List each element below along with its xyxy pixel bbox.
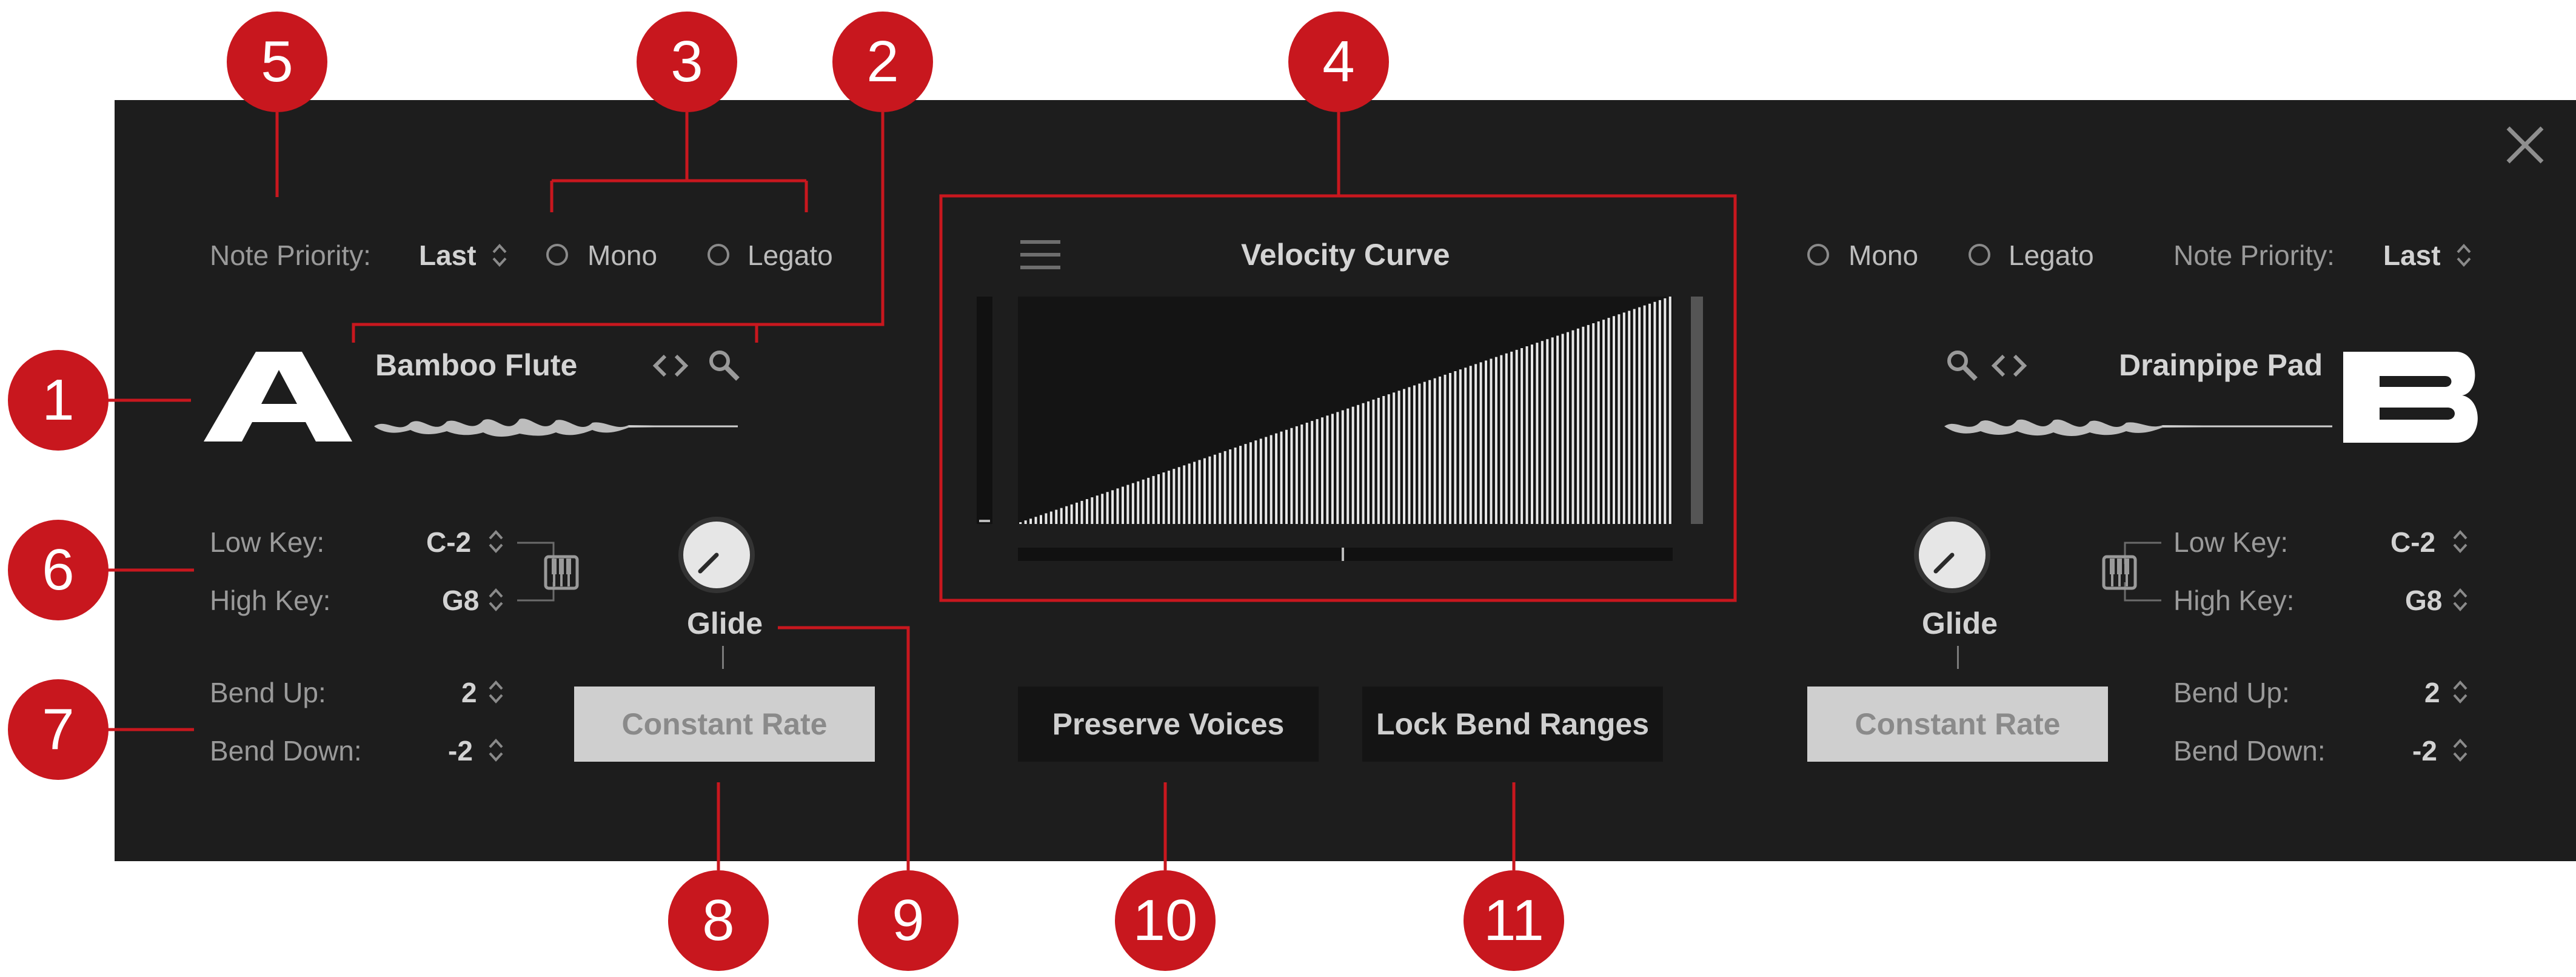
callout-7: 7 — [8, 679, 109, 780]
callout-6: 6 — [8, 520, 109, 620]
callout-lines — [107, 112, 1737, 870]
callout-1: 1 — [8, 350, 109, 451]
callout-4: 4 — [1288, 12, 1389, 112]
callout-10: 10 — [1115, 870, 1216, 971]
callout-3: 3 — [637, 12, 737, 112]
callout-2: 2 — [832, 12, 933, 112]
callout-11: 11 — [1464, 870, 1564, 971]
callout-5: 5 — [227, 12, 327, 112]
callout-9: 9 — [858, 870, 958, 971]
callout-8: 8 — [668, 870, 769, 971]
